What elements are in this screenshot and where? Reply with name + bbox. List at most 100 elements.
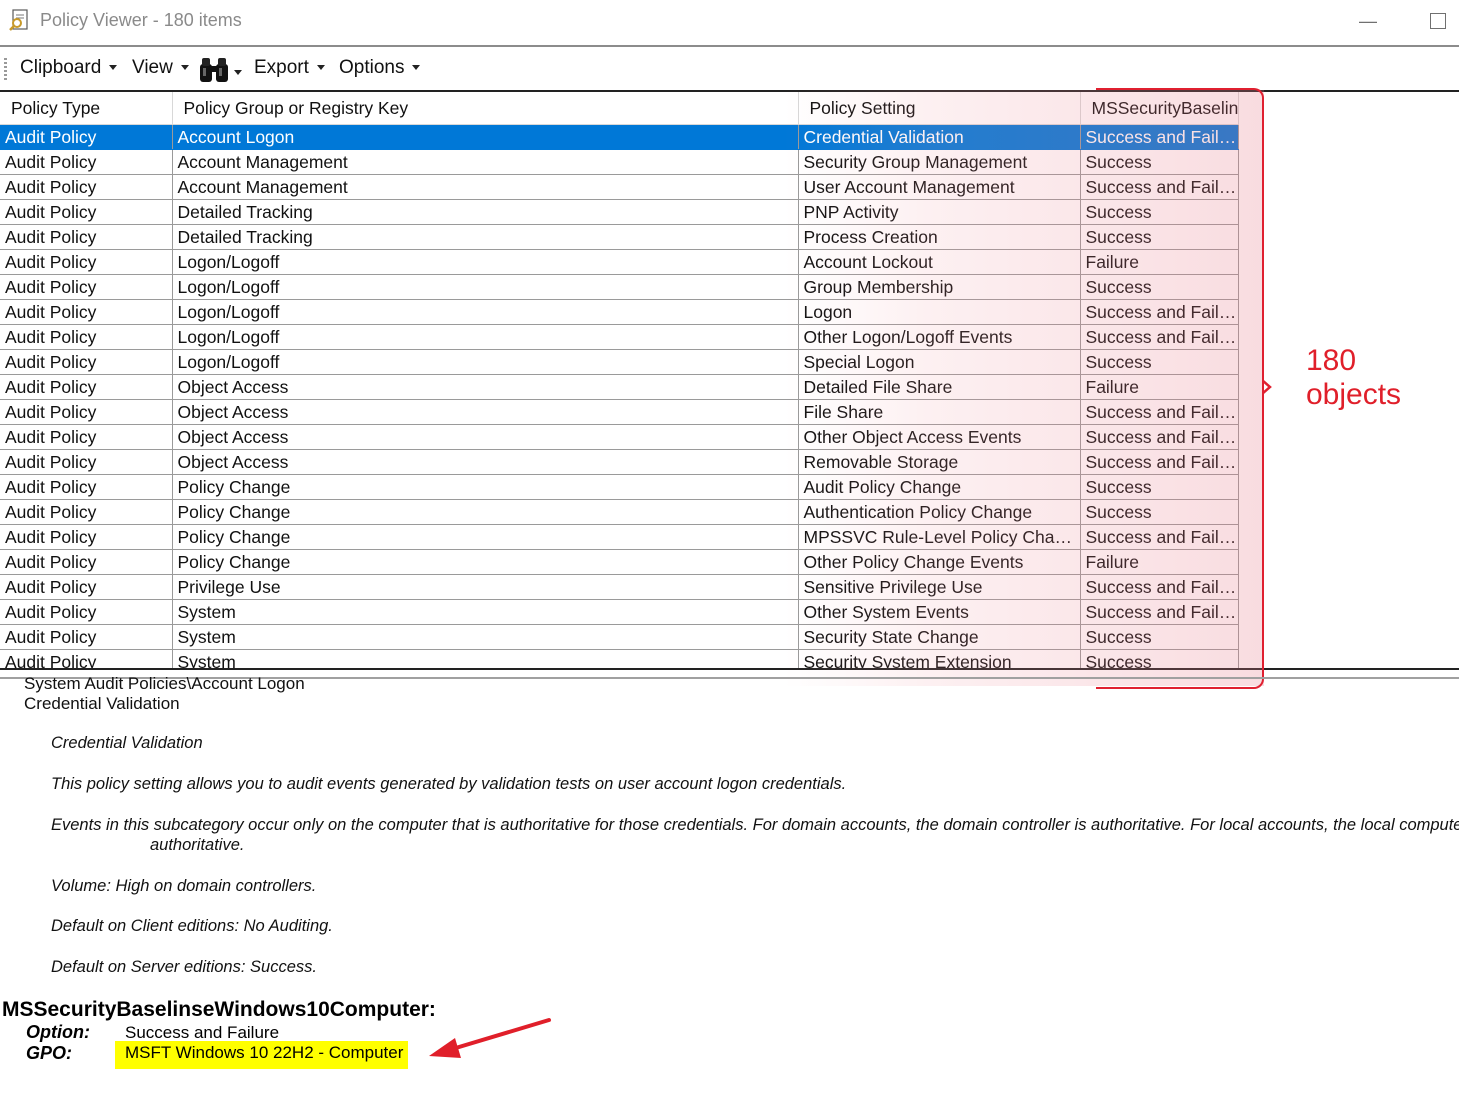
table-row[interactable]: Audit Policy Policy Change Authentication … (0, 499, 1239, 525)
cell-baseline-value: Success and Failure (1080, 424, 1239, 450)
gpo-value: MSFT Windows 10 22H2 - Computer (125, 1043, 404, 1062)
menu-view[interactable]: View (132, 57, 189, 79)
table-row[interactable]: Audit Policy Logon/Logoff Group Membership… (0, 274, 1239, 300)
column-header-policy-setting[interactable]: Policy Setting (798, 92, 1081, 125)
table-row[interactable]: Audit Policy Detailed Tracking Process Cre… (0, 224, 1239, 250)
table-row[interactable]: Audit Policy Logon/Logoff Logon Success and… (0, 299, 1239, 325)
cell-policy-setting: Removable Storage (798, 449, 1081, 475)
table-row[interactable]: Audit Policy Object Access Removable Stora… (0, 449, 1239, 475)
binoculars-icon[interactable] (198, 56, 242, 84)
description-server-default: Default on Server editions: Success. (51, 958, 317, 976)
column-header-policy-group[interactable]: Policy Group or Registry Key (172, 92, 799, 125)
cell-policy-type: Audit Policy (0, 449, 173, 475)
cell-policy-type: Audit Policy (0, 599, 173, 625)
maximize-button[interactable] (1416, 6, 1459, 36)
cell-policy-setting: Sensitive Privilege Use (798, 574, 1081, 600)
cell-policy-type: Audit Policy (0, 499, 173, 525)
table-body: Audit Policy Account Logon Credential Vali… (0, 124, 1239, 668)
window-title: Policy Viewer - 180 items (40, 10, 242, 30)
cell-policy-type: Audit Policy (0, 624, 173, 650)
option-value: Success and Failure (125, 1023, 280, 1042)
table-row[interactable]: Audit Policy Policy Change MPSSVC Rule-Lev… (0, 524, 1239, 550)
table-row[interactable]: Audit Policy Object Access File Share Succe… (0, 399, 1239, 425)
table-row[interactable]: Audit Policy Object Access Other Object Ac… (0, 424, 1239, 450)
cell-policy-group: Object Access (172, 449, 799, 475)
table-row[interactable]: Audit Policy Policy Change Other Policy Ch… (0, 549, 1239, 575)
table-row[interactable]: Audit Policy Account Logon Credential Vali… (0, 124, 1239, 150)
cell-policy-type: Audit Policy (0, 524, 173, 550)
cell-policy-type: Audit Policy (0, 549, 173, 575)
chevron-down-icon (316, 65, 325, 71)
cell-policy-group: Logon/Logoff (172, 274, 799, 300)
table-row[interactable]: Audit Policy Object Access Detailed File S… (0, 374, 1239, 400)
table-row[interactable]: Audit Policy Logon/Logoff Account Lockout F… (0, 249, 1239, 275)
cell-policy-group: Logon/Logoff (172, 249, 799, 275)
column-header-policy-type[interactable]: Policy Type (0, 92, 173, 125)
cell-policy-group: Account Logon (172, 124, 799, 150)
table-row[interactable]: Audit Policy System Other System Events Suc… (0, 599, 1239, 625)
cell-policy-group: Policy Change (172, 549, 799, 575)
cell-policy-setting: PNP Activity (798, 199, 1081, 225)
cell-baseline-value: Success and Failure (1080, 574, 1239, 600)
cell-baseline-value: Success (1080, 349, 1239, 375)
cell-policy-setting: Logon (798, 299, 1081, 325)
cell-policy-setting: Account Lockout (798, 249, 1081, 275)
cell-policy-group: Privilege Use (172, 574, 799, 600)
table-row[interactable]: Audit Policy Account Management User Accou… (0, 174, 1239, 200)
menu-clipboard[interactable]: Clipboard (20, 57, 118, 79)
policy-grid[interactable]: Policy Type Policy Group or Registry Key… (0, 90, 1459, 670)
cell-policy-setting: Security State Change (798, 624, 1081, 650)
description-client-default: Default on Client editions: No Auditing. (51, 917, 333, 935)
cell-baseline-value: Success (1080, 649, 1239, 668)
cell-policy-type: Audit Policy (0, 349, 173, 375)
cell-baseline-value: Success and Failure (1080, 399, 1239, 425)
cell-policy-type: Audit Policy (0, 199, 173, 225)
cell-policy-group: Object Access (172, 374, 799, 400)
cell-policy-type: Audit Policy (0, 374, 173, 400)
cell-policy-group: Policy Change (172, 524, 799, 550)
table-row[interactable]: Audit Policy Logon/Logoff Special Logon Suc… (0, 349, 1239, 375)
chevron-down-icon (109, 65, 118, 71)
table-row[interactable]: Audit Policy Detailed Tracking PNP Activit… (0, 199, 1239, 225)
minimize-button[interactable]: — (1346, 6, 1390, 36)
cell-policy-group: Logon/Logoff (172, 324, 799, 350)
menu-options[interactable]: Options (339, 57, 421, 79)
description-title: Credential Validation (51, 734, 203, 752)
cell-baseline-value: Success (1080, 624, 1239, 650)
table-row[interactable]: Audit Policy Privilege Use Sensitive Privi… (0, 574, 1239, 600)
cell-policy-setting: Security System Extension (798, 649, 1081, 668)
title-bar: Policy Viewer - 180 items — (0, 0, 1459, 44)
table-row[interactable]: Audit Policy System Security State Change S… (0, 624, 1239, 650)
cell-policy-type: Audit Policy (0, 124, 173, 150)
table-row[interactable]: Audit Policy Policy Change Audit Policy Ch… (0, 474, 1239, 500)
gpo-label: GPO: (26, 1043, 73, 1063)
cell-baseline-value: Success and Failure (1080, 299, 1239, 325)
cell-policy-setting: File Share (798, 399, 1081, 425)
table-row[interactable]: Audit Policy Account Management Security G… (0, 149, 1239, 175)
detail-setting-name: Credential Validation (24, 694, 180, 713)
description-paragraph: This policy setting allows you to audit … (51, 775, 847, 793)
cell-policy-type: Audit Policy (0, 324, 173, 350)
table-row[interactable]: Audit Policy System Security System Extens… (0, 649, 1239, 668)
policy-table: Policy Type Policy Group or Registry Key… (0, 92, 1239, 668)
cell-policy-type: Audit Policy (0, 574, 173, 600)
cell-policy-group: System (172, 649, 799, 668)
cell-baseline-value: Success (1080, 474, 1239, 500)
cell-policy-setting: Special Logon (798, 349, 1081, 375)
cell-policy-setting: Process Creation (798, 224, 1081, 250)
menu-export[interactable]: Export (254, 57, 325, 79)
cell-policy-setting: Detailed File Share (798, 374, 1081, 400)
cell-baseline-value: Success (1080, 499, 1239, 525)
cell-policy-group: Account Management (172, 174, 799, 200)
cell-baseline-value: Success and Failure (1080, 524, 1239, 550)
cell-policy-type: Audit Policy (0, 274, 173, 300)
description-paragraph-continued: authoritative. (150, 836, 245, 854)
cell-policy-group: Object Access (172, 399, 799, 425)
cell-policy-group: Logon/Logoff (172, 299, 799, 325)
policy-viewer-app-icon (9, 9, 28, 31)
toolbar-grip[interactable] (4, 58, 7, 80)
cell-baseline-value: Failure (1080, 549, 1239, 575)
column-header-baseline[interactable]: MSSecurityBaselinseWindows10Computer (1080, 92, 1239, 125)
table-row[interactable]: Audit Policy Logon/Logoff Other Logon/Logo… (0, 324, 1239, 350)
cell-baseline-value: Success (1080, 224, 1239, 250)
